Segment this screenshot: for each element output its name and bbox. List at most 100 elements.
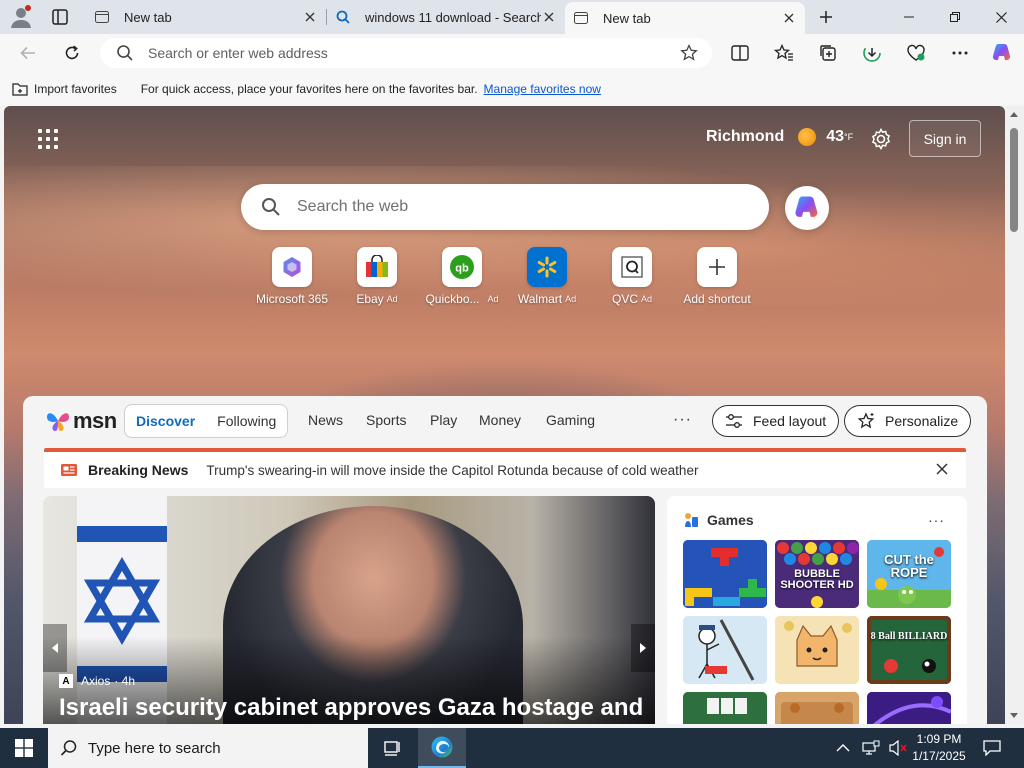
hero-news-card[interactable]: A Axios · 4h Israeli security cabinet ap… [43, 496, 655, 724]
downloads-button[interactable] [858, 39, 886, 67]
minimize-button[interactable] [886, 0, 932, 34]
shortcut-walmart[interactable]: Walmart Ad [507, 247, 587, 311]
tab-following[interactable]: Following [217, 413, 276, 429]
game-tile-cat[interactable] [775, 616, 859, 684]
msn-logo[interactable]: msn [45, 408, 117, 434]
taskbar-edge-app[interactable] [418, 728, 466, 768]
tab-search[interactable]: windows 11 download - Search [327, 2, 565, 32]
search-icon [336, 10, 350, 24]
nav-gaming[interactable]: Gaming [546, 412, 595, 428]
hero-headline[interactable]: Israeli security cabinet approves Gaza h… [59, 694, 643, 722]
network-icon[interactable] [862, 740, 880, 756]
weather-widget[interactable]: Richmond 43 °F [706, 128, 853, 146]
tab-new-tab-1[interactable]: New tab [86, 2, 326, 32]
personalize-button[interactable]: Personalize [844, 405, 972, 437]
nav-money[interactable]: Money [479, 412, 521, 428]
back-button[interactable] [14, 39, 42, 67]
mahjong-tiles-icon [683, 692, 767, 724]
notifications-button[interactable] [980, 728, 1004, 768]
address-bar[interactable] [100, 38, 712, 68]
copilot-button[interactable] [988, 39, 1016, 67]
close-tab-icon[interactable] [541, 9, 557, 25]
game-tile-bubble-shooter[interactable]: BUBBLE SHOOTER HD [775, 540, 859, 608]
copilot-search-button[interactable] [785, 186, 829, 230]
game-tile-mahjong[interactable] [683, 692, 767, 724]
nav-play[interactable]: Play [430, 412, 457, 428]
collections-button[interactable] [814, 39, 842, 67]
browser-essentials-button[interactable] [902, 39, 930, 67]
shortcut-microsoft-365[interactable]: Microsoft 365 [252, 247, 332, 311]
minimize-icon [904, 16, 914, 18]
scroll-thumb[interactable] [1010, 128, 1018, 232]
new-tab-button[interactable] [812, 5, 840, 29]
refresh-button[interactable] [58, 39, 86, 67]
ad-label: Ad [641, 294, 653, 304]
nav-news[interactable]: News [308, 412, 343, 428]
manage-favorites-link[interactable]: Manage favorites now [484, 82, 601, 96]
chevron-up-icon[interactable] [836, 743, 850, 753]
sparkle-star-icon [857, 412, 875, 429]
taskbar-search-box[interactable]: Type here to search [48, 728, 368, 768]
app-launcher-icon[interactable] [38, 129, 58, 149]
board-game-icon [775, 692, 859, 724]
game-tile-billiard[interactable]: 8 Ball BILLIARD [867, 616, 951, 684]
close-tab-icon[interactable] [302, 9, 318, 25]
search-icon [117, 45, 133, 61]
shortcut-tile [272, 247, 312, 287]
settings-more-button[interactable] [946, 39, 974, 67]
chevron-left-icon [52, 643, 58, 653]
profile-icon[interactable] [8, 5, 34, 29]
nav-sports[interactable]: Sports [366, 412, 406, 428]
tab-new-tab-active[interactable]: New tab [565, 2, 805, 34]
sunny-weather-icon [798, 128, 817, 146]
game-tile-board[interactable] [775, 692, 859, 724]
hero-next-button[interactable] [631, 624, 655, 672]
games-card: Games ··· BUBBLE SHOOTER HD CUT the ROPE [667, 496, 967, 724]
axios-logo-icon: A [59, 674, 73, 688]
browser-toolbar [0, 34, 1024, 72]
games-more-button[interactable]: ··· [928, 512, 945, 528]
hero-prev-button[interactable] [43, 624, 67, 672]
start-button[interactable] [0, 728, 48, 768]
page-scrollbar[interactable] [1005, 106, 1024, 724]
game-tile-blocks[interactable] [683, 540, 767, 608]
tab-discover[interactable]: Discover [136, 413, 195, 429]
ebay-bag-icon [366, 255, 388, 277]
shortcut-quickbooks[interactable]: qb Quickbo... Ad [422, 247, 502, 311]
page-settings-gear-icon[interactable] [870, 128, 892, 150]
tab-label: New tab [124, 9, 172, 25]
heart-pulse-icon [907, 44, 925, 61]
split-screen-button[interactable] [726, 39, 754, 67]
favorites-icon [774, 44, 793, 61]
import-favorites-button[interactable]: Import favorites [12, 82, 117, 96]
web-search-box[interactable]: Search the web [241, 184, 769, 230]
task-view-button[interactable] [376, 728, 408, 768]
scroll-down-arrow[interactable] [1010, 713, 1018, 718]
nav-more-button[interactable]: ··· [673, 411, 692, 429]
system-tray [836, 728, 910, 768]
close-window-button[interactable] [978, 0, 1024, 34]
breaking-news-banner[interactable]: Breaking News Trump's swearing-in will m… [44, 448, 966, 488]
favorites-button[interactable] [770, 39, 798, 67]
address-input[interactable] [148, 45, 648, 61]
sign-in-button[interactable]: Sign in [909, 120, 981, 157]
close-tab-icon[interactable] [781, 10, 797, 26]
game-tile-cut-the-rope[interactable]: CUT the ROPE [867, 540, 951, 608]
feed-layout-button[interactable]: Feed layout [712, 405, 840, 437]
clock-date: 1/17/2025 [912, 749, 966, 763]
scroll-up-arrow[interactable] [1010, 112, 1018, 117]
msn-feed: msn Discover Following News Sports Play … [23, 396, 987, 724]
game-tile-stickman[interactable] [683, 616, 767, 684]
favorite-star-icon[interactable] [680, 44, 698, 62]
shortcut-qvc[interactable]: QVC Ad [592, 247, 672, 311]
clock-time: 1:09 PM [916, 732, 962, 746]
shortcut-ebay[interactable]: Ebay Ad [337, 247, 417, 311]
breaking-news-text[interactable]: Trump's swearing-in will move inside the… [206, 463, 698, 478]
add-shortcut-button[interactable]: Add shortcut [677, 247, 757, 311]
restore-button[interactable] [932, 0, 978, 34]
game-tile-space[interactable] [867, 692, 951, 724]
tab-actions-icon[interactable] [48, 6, 72, 28]
weather-location: Richmond [706, 128, 785, 145]
taskbar-clock[interactable]: 1:09 PM 1/17/2025 [904, 731, 974, 765]
close-icon[interactable] [936, 463, 948, 475]
